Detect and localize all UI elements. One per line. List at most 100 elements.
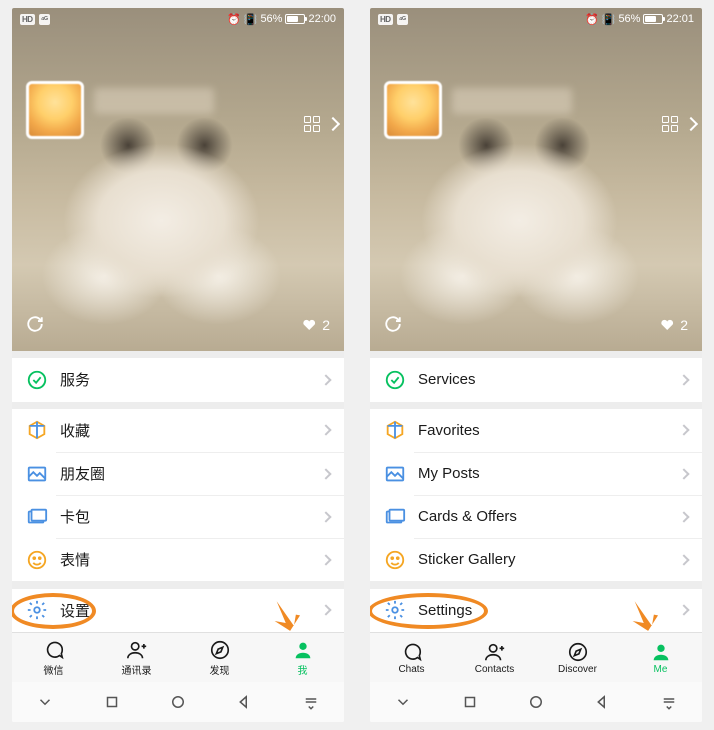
refresh-icon[interactable] [26, 315, 44, 333]
services-icon [26, 369, 48, 391]
row-favorites[interactable]: Favorites [370, 409, 702, 452]
chevron-right-icon[interactable] [326, 117, 340, 131]
heart-icon [302, 318, 316, 332]
profile-header: 2 [370, 8, 702, 351]
qr-code-icon[interactable] [662, 116, 678, 132]
row-settings[interactable]: 设置 [12, 589, 344, 632]
battery-icon [643, 14, 663, 24]
tab-chats[interactable]: Chats [370, 633, 453, 682]
chevron-right-icon [320, 468, 331, 479]
vibrate-icon: 📳 [244, 13, 258, 26]
username [452, 88, 572, 114]
tab-chats[interactable]: 微信 [12, 633, 95, 682]
nav-menu[interactable] [302, 693, 320, 711]
settings-icon [384, 599, 406, 621]
likes-count: 2 [660, 317, 688, 333]
menu-list: 服务 收藏 朋友圈 卡包 表情 设置 [12, 351, 344, 632]
chevron-right-icon [320, 425, 331, 436]
avatar[interactable] [384, 81, 442, 139]
chevron-right-icon [320, 374, 331, 385]
row-label: Favorites [418, 422, 680, 439]
nav-home[interactable] [527, 693, 545, 711]
nav-back[interactable] [593, 693, 611, 711]
tab-label: 我 [298, 662, 308, 677]
services-icon [384, 369, 406, 391]
tab-bar: 微信 通讯录 发现 我 [12, 632, 344, 682]
posts-icon [26, 463, 48, 485]
avatar[interactable] [26, 81, 84, 139]
system-nav-bar [12, 682, 344, 722]
row-label: 设置 [60, 600, 322, 621]
qr-code-icon[interactable] [304, 116, 320, 132]
clock: 22:01 [666, 13, 694, 25]
nav-recent[interactable] [103, 693, 121, 711]
row-label: My Posts [418, 465, 680, 482]
nav-recent[interactable] [461, 693, 479, 711]
chevron-right-icon[interactable] [684, 117, 698, 131]
row-posts[interactable]: My Posts [370, 452, 702, 495]
tab-label: 发现 [210, 662, 230, 677]
hd-badge: HD [20, 14, 35, 25]
phone-screen-en: HD ⁴ᴳ ⏰ 📳 56% 22:01 2 Services [370, 8, 702, 722]
tab-discover[interactable]: 发现 [178, 633, 261, 682]
menu-list: Services Favorites My Posts Cards & Offe… [370, 351, 702, 632]
tab-me[interactable]: Me [619, 633, 702, 682]
row-posts[interactable]: 朋友圈 [12, 452, 344, 495]
row-services[interactable]: Services [370, 358, 702, 401]
chevron-right-icon [678, 374, 689, 385]
vibrate-icon: 📳 [602, 13, 616, 26]
tab-discover[interactable]: Discover [536, 633, 619, 682]
tab-contacts[interactable]: 通讯录 [95, 633, 178, 682]
status-bar: HD ⁴ᴳ ⏰ 📳 56% 22:01 [370, 8, 702, 28]
cards-icon [384, 506, 406, 528]
system-nav-bar [370, 682, 702, 722]
row-label: 收藏 [60, 420, 322, 441]
signal-badge: ⁴ᴳ [39, 14, 50, 25]
row-label: 表情 [60, 549, 322, 570]
row-label: 服务 [60, 369, 322, 390]
row-label: 朋友圈 [60, 463, 322, 484]
tab-label: Contacts [475, 664, 514, 675]
chevron-right-icon [320, 511, 331, 522]
row-cards[interactable]: 卡包 [12, 495, 344, 538]
tab-label: Chats [398, 664, 424, 675]
settings-icon [26, 599, 48, 621]
alarm-icon: ⏰ [227, 13, 241, 26]
status-bar: HD ⁴ᴳ ⏰ 📳 56% 22:00 [12, 8, 344, 28]
favorites-icon [384, 419, 406, 441]
refresh-icon[interactable] [384, 315, 402, 333]
battery-pct: 56% [618, 13, 640, 25]
chevron-right-icon [320, 554, 331, 565]
chevron-right-icon [678, 425, 689, 436]
tab-label: 微信 [44, 662, 64, 677]
row-settings[interactable]: Settings [370, 589, 702, 632]
chevron-right-icon [678, 468, 689, 479]
nav-collapse[interactable] [394, 693, 412, 711]
row-label: Sticker Gallery [418, 551, 680, 568]
row-cards[interactable]: Cards & Offers [370, 495, 702, 538]
battery-pct: 56% [260, 13, 282, 25]
alarm-icon: ⏰ [585, 13, 599, 26]
chevron-right-icon [678, 605, 689, 616]
chevron-right-icon [320, 605, 331, 616]
row-favorites[interactable]: 收藏 [12, 409, 344, 452]
tab-label: 通讯录 [122, 662, 152, 677]
tab-label: Discover [558, 664, 597, 675]
profile-header: 2 [12, 8, 344, 351]
row-stickers[interactable]: Sticker Gallery [370, 538, 702, 581]
tab-me[interactable]: 我 [261, 633, 344, 682]
row-stickers[interactable]: 表情 [12, 538, 344, 581]
phone-screen-cn: HD ⁴ᴳ ⏰ 📳 56% 22:00 2 服务 [12, 8, 344, 722]
tab-contacts[interactable]: Contacts [453, 633, 536, 682]
nav-collapse[interactable] [36, 693, 54, 711]
row-services[interactable]: 服务 [12, 358, 344, 401]
nav-menu[interactable] [660, 693, 678, 711]
nav-home[interactable] [169, 693, 187, 711]
nav-back[interactable] [235, 693, 253, 711]
hd-badge: HD [378, 14, 393, 25]
username [94, 88, 214, 114]
chevron-right-icon [678, 554, 689, 565]
stickers-icon [384, 549, 406, 571]
heart-icon [660, 318, 674, 332]
favorites-icon [26, 419, 48, 441]
